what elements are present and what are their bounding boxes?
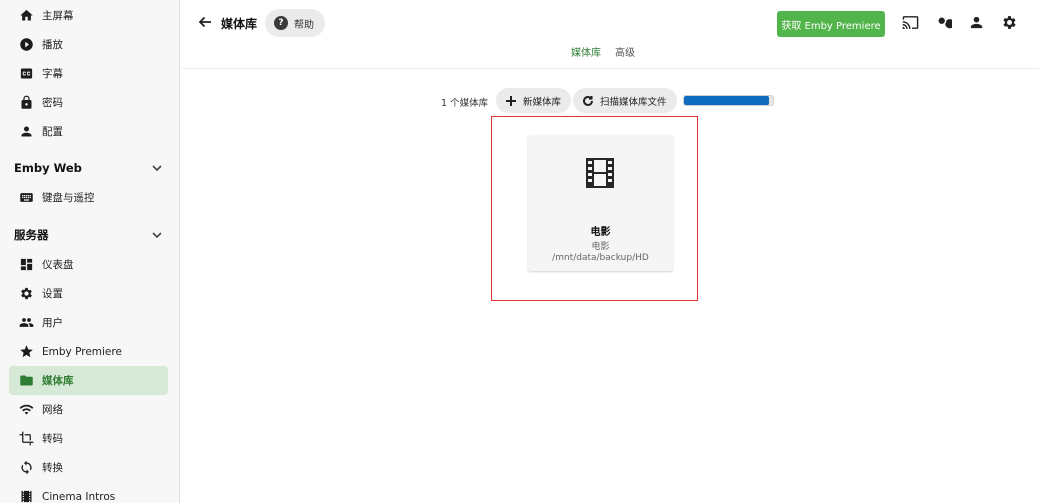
get-premiere-button[interactable]: 获取 Emby Premiere bbox=[777, 11, 885, 37]
section-title: 服务器 bbox=[14, 228, 49, 242]
sidebar-item-label: 仪表盘 bbox=[42, 259, 74, 271]
library-name: 电影 bbox=[590, 227, 611, 238]
section-emby-web[interactable]: Emby Web bbox=[0, 153, 179, 183]
sidebar-item-label: 配置 bbox=[42, 126, 63, 138]
sidebar-item-dashboard[interactable]: 仪表盘 bbox=[0, 250, 179, 279]
film-icon bbox=[18, 489, 34, 503]
tab-libraries[interactable]: 媒体库 bbox=[571, 44, 601, 59]
chevron-down-icon bbox=[151, 229, 163, 241]
new-library-label: 新媒体库 bbox=[523, 96, 562, 108]
play-circle-icon bbox=[18, 37, 34, 53]
dashboard-icon bbox=[18, 257, 34, 273]
help-label: 帮助 bbox=[294, 19, 314, 31]
search-icon[interactable] bbox=[935, 14, 955, 32]
sidebar-item-label: 转换 bbox=[42, 462, 63, 474]
subtitles-icon bbox=[18, 66, 34, 82]
back-arrow-icon[interactable] bbox=[197, 14, 213, 30]
library-path: /mnt/data/backup/HD bbox=[552, 253, 649, 263]
sidebar-item-home[interactable]: 主屏幕 bbox=[0, 1, 179, 30]
crop-icon bbox=[18, 431, 34, 447]
sidebar-item-users[interactable]: 用户 bbox=[0, 308, 179, 337]
sidebar-item-transcoding[interactable]: 转码 bbox=[0, 424, 179, 453]
sidebar-item-label: 字幕 bbox=[42, 68, 63, 80]
user-icon[interactable] bbox=[968, 14, 986, 32]
person-icon bbox=[18, 124, 34, 140]
cast-icon[interactable] bbox=[902, 14, 920, 32]
sidebar-item-label: 用户 bbox=[42, 317, 63, 329]
star-icon bbox=[18, 344, 34, 360]
library-card[interactable]: 电影 电影 /mnt/data/backup/HD bbox=[528, 135, 673, 271]
plus-icon bbox=[504, 94, 518, 108]
tab-bar: 媒体库 高级 bbox=[571, 44, 635, 59]
people-icon bbox=[18, 315, 34, 331]
sidebar: 主屏幕 播放 字幕 密码 配置 Emby Web 键盘与遥控 服务器 仪表盘 设… bbox=[0, 0, 180, 503]
sidebar-item-label: 网络 bbox=[42, 404, 63, 416]
refresh-icon bbox=[581, 94, 595, 108]
sidebar-item-network[interactable]: 网络 bbox=[0, 395, 179, 424]
sidebar-item-library[interactable]: 媒体库 bbox=[9, 366, 168, 395]
sidebar-item-label: Emby Premiere bbox=[42, 345, 122, 358]
film-icon bbox=[586, 158, 614, 188]
scan-library-label: 扫描媒体库文件 bbox=[600, 96, 667, 108]
library-count: 1 个媒体库 bbox=[441, 98, 489, 109]
tab-advanced[interactable]: 高级 bbox=[615, 44, 635, 59]
page-title: 媒体库 bbox=[221, 17, 258, 31]
sidebar-item-label: 播放 bbox=[42, 39, 63, 51]
sidebar-item-profile[interactable]: 配置 bbox=[0, 117, 179, 146]
chevron-down-icon bbox=[151, 162, 163, 174]
new-library-button[interactable]: 新媒体库 bbox=[496, 88, 572, 113]
sidebar-item-label: 键盘与遥控 bbox=[42, 192, 95, 204]
sidebar-item-conversion[interactable]: 转换 bbox=[0, 453, 179, 482]
sidebar-item-label: Cinema Intros bbox=[42, 490, 116, 503]
wifi-icon bbox=[18, 402, 34, 418]
home-icon bbox=[18, 8, 34, 24]
sidebar-item-label: 媒体库 bbox=[42, 375, 74, 387]
scan-library-button[interactable]: 扫描媒体库文件 bbox=[573, 88, 677, 113]
sidebar-item-settings[interactable]: 设置 bbox=[0, 279, 179, 308]
help-icon: ? bbox=[274, 16, 288, 30]
folder-icon bbox=[18, 373, 34, 389]
sidebar-item-cinema-intros[interactable]: Cinema Intros bbox=[0, 482, 179, 503]
sidebar-item-password[interactable]: 密码 bbox=[0, 88, 179, 117]
sidebar-item-label: 设置 bbox=[42, 288, 63, 300]
lock-icon bbox=[18, 95, 34, 111]
sidebar-item-keyboard[interactable]: 键盘与遥控 bbox=[0, 183, 179, 212]
keyboard-icon bbox=[18, 190, 34, 206]
sidebar-item-emby-premiere[interactable]: Emby Premiere bbox=[0, 337, 179, 366]
section-server[interactable]: 服务器 bbox=[0, 220, 179, 250]
sync-icon bbox=[18, 460, 34, 476]
gear-icon bbox=[18, 286, 34, 302]
section-title: Emby Web bbox=[14, 161, 82, 175]
sidebar-item-label: 密码 bbox=[42, 97, 63, 109]
sidebar-item-playback[interactable]: 播放 bbox=[0, 30, 179, 59]
sidebar-item-subtitles[interactable]: 字幕 bbox=[0, 59, 179, 88]
scan-progress-bar bbox=[683, 95, 774, 106]
gear-icon[interactable] bbox=[1001, 14, 1019, 32]
library-type: 电影 bbox=[591, 242, 610, 252]
help-button[interactable]: ? 帮助 bbox=[265, 9, 325, 37]
scan-progress-fill bbox=[684, 96, 769, 105]
sidebar-item-label: 主屏幕 bbox=[42, 10, 74, 22]
sidebar-item-label: 转码 bbox=[42, 433, 63, 445]
page-header: 媒体库 ? 帮助 获取 Emby Premiere 媒体库 高级 bbox=[181, 0, 1039, 69]
